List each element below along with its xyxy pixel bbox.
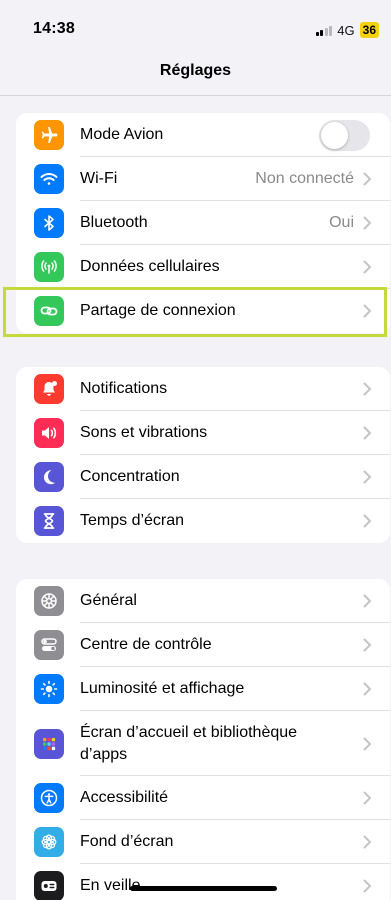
row-label: Données cellulaires xyxy=(80,258,220,275)
row-label: Partage de connexion xyxy=(80,302,236,319)
chevron-right-icon xyxy=(363,879,371,893)
row-label: Accessibilité xyxy=(80,789,169,806)
chevron-right-icon xyxy=(363,682,371,696)
row-accessibilite[interactable]: Accessibilité xyxy=(16,776,390,820)
antenna-icon xyxy=(34,252,64,282)
hourglass-icon xyxy=(34,506,64,536)
row-value: Non connecté xyxy=(255,170,354,187)
chevron-right-icon xyxy=(363,835,371,849)
toggle-knob xyxy=(321,121,348,149)
chevron-right-icon xyxy=(363,638,371,652)
row-sons-et-vibrations[interactable]: Sons et vibrations xyxy=(16,411,390,455)
bluetooth-icon xyxy=(34,208,64,238)
status-time: 14:38 xyxy=(33,20,75,37)
row-label: Mode Avion xyxy=(80,126,164,143)
link-icon xyxy=(34,296,64,326)
bell-icon xyxy=(34,374,64,404)
app-grid-icon xyxy=(34,728,64,759)
row-general[interactable]: Général xyxy=(16,579,390,623)
chevron-right-icon xyxy=(363,470,371,484)
accessibility-icon xyxy=(34,783,64,813)
row-concentration[interactable]: Concentration xyxy=(16,455,390,499)
chevron-right-icon xyxy=(363,594,371,608)
connectivity-group: Mode Avion Wi-Fi Non connecté Bluetooth … xyxy=(16,113,390,333)
row-label: Luminosité et affichage xyxy=(80,680,245,697)
chevron-right-icon xyxy=(363,172,371,186)
row-temps-d-ecran[interactable]: Temps d’écran xyxy=(16,499,390,543)
chevron-right-icon xyxy=(363,737,371,750)
general-group: Général Centre de contrôle Luminosité et… xyxy=(16,579,390,900)
airplane-icon xyxy=(34,120,64,150)
row-label: Bluetooth xyxy=(80,214,148,231)
chevron-right-icon xyxy=(363,216,371,230)
row-label: Sons et vibrations xyxy=(80,424,208,441)
settings-screen: 14:38 4G 36 Réglages Mode Avion Wi-Fi No… xyxy=(0,0,391,900)
status-bar: 14:38 4G 36 xyxy=(0,0,391,56)
row-fond-d-ecran[interactable]: Fond d’écran xyxy=(16,820,390,864)
gear-icon xyxy=(34,586,64,616)
chevron-right-icon xyxy=(363,791,371,805)
signal-icon xyxy=(315,25,333,36)
chevron-right-icon xyxy=(363,382,371,396)
row-label: Concentration xyxy=(80,468,180,485)
row-bluetooth[interactable]: Bluetooth Oui xyxy=(16,201,390,245)
row-label: Fond d’écran xyxy=(80,833,174,850)
chevron-right-icon xyxy=(363,426,371,440)
row-mode-avion[interactable]: Mode Avion xyxy=(16,113,390,157)
row-label: Centre de contrôle xyxy=(80,636,212,653)
row-notifications[interactable]: Notifications xyxy=(16,367,390,411)
status-indicators: 4G 36 xyxy=(315,22,379,38)
row-label: Temps d’écran xyxy=(80,512,185,529)
row-label: Wi-Fi xyxy=(80,170,118,187)
flower-icon xyxy=(34,827,64,857)
chevron-right-icon xyxy=(363,304,371,318)
row-value: Oui xyxy=(329,214,354,231)
chevron-right-icon xyxy=(363,260,371,274)
row-label: Général xyxy=(80,592,137,609)
notifications-group: Notifications Sons et vibrations Concent… xyxy=(16,367,390,543)
nav-divider xyxy=(0,95,391,96)
row-en-veille[interactable]: En veille xyxy=(16,864,390,900)
row-wifi[interactable]: Wi-Fi Non connecté xyxy=(16,157,390,201)
row-label: Notifications xyxy=(80,380,168,397)
standby-icon xyxy=(34,871,64,900)
moon-icon xyxy=(34,462,64,492)
switches-icon xyxy=(34,630,64,660)
home-indicator[interactable] xyxy=(130,886,277,891)
row-donnees-cellulaires[interactable]: Données cellulaires xyxy=(16,245,390,289)
row-ecran-d-accueil[interactable]: Écran d’accueil et bibliothèque d’apps xyxy=(16,711,390,776)
wifi-icon xyxy=(34,164,64,194)
row-luminosite-et-affichage[interactable]: Luminosité et affichage xyxy=(16,667,390,711)
row-label: Écran d’accueil et bibliothèque d’apps xyxy=(80,723,298,763)
network-type: 4G xyxy=(337,22,355,38)
speaker-icon xyxy=(34,418,64,448)
page-title: Réglages xyxy=(159,62,232,79)
row-partage-de-connexion[interactable]: Partage de connexion xyxy=(16,289,390,333)
row-centre-de-controle[interactable]: Centre de contrôle xyxy=(16,623,390,667)
sun-icon xyxy=(34,674,64,704)
chevron-right-icon xyxy=(363,514,371,528)
airplane-mode-toggle[interactable] xyxy=(319,119,370,151)
battery-icon: 36 xyxy=(359,22,379,38)
